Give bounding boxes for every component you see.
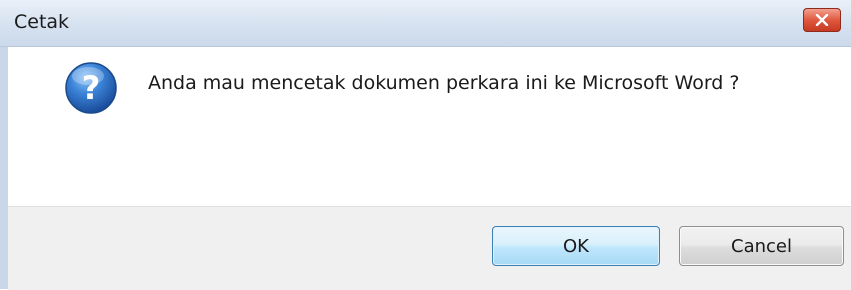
dialog-content xyxy=(8,47,851,206)
close-button[interactable] xyxy=(803,8,841,32)
confirm-dialog: Cetak ? Anda mau mencetak dokumen perkar… xyxy=(0,0,851,290)
ok-button[interactable]: OK xyxy=(492,226,660,266)
dialog-message: Anda mau mencetak dokumen perkara ini ke… xyxy=(148,72,740,94)
cancel-button[interactable]: Cancel xyxy=(679,226,844,266)
title-bar[interactable]: Cetak xyxy=(0,0,851,47)
svg-text:?: ? xyxy=(82,69,101,107)
close-icon xyxy=(815,14,829,26)
window-title: Cetak xyxy=(14,11,70,33)
question-icon: ? xyxy=(65,62,117,114)
